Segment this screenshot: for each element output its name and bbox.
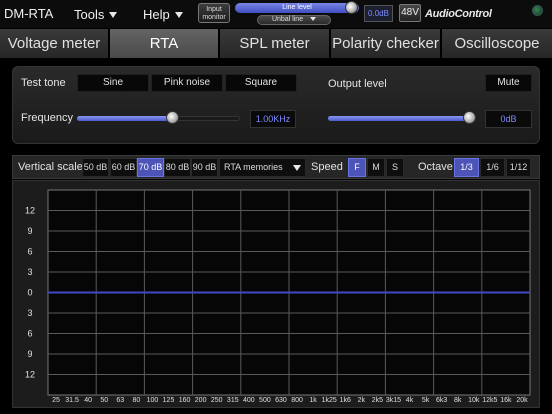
x-tick-label: 100 [147,397,159,404]
speed-label: Speed [311,161,343,173]
frequency-label: Frequency [21,112,73,124]
output-level-readout: 0dB [485,110,532,128]
chevron-down-icon [174,11,183,18]
x-tick-label: 10k [468,397,480,404]
speed-slow-button[interactable]: S [386,158,404,177]
tab-spl-meter[interactable]: SPL meter [220,29,331,58]
x-tick-label: 40 [84,397,92,404]
x-tick-label: 63 [116,397,124,404]
x-axis-labels: 25 31.5 40 50 63 80 100 125 160 200 250 315 400 500 63… [52,397,528,404]
x-tick-label: 80 [132,397,140,404]
status-led-icon [532,5,543,16]
octave-sixth-button[interactable]: 1/6 [480,158,505,177]
y-tick-label: 3 [27,267,32,277]
line-level-knob[interactable] [345,1,358,14]
scale-50db-button[interactable]: 50 dB [82,158,109,177]
x-tick-label: 2k [358,397,366,404]
y-tick-label: 3 [27,308,32,318]
x-tick-label: 1k25 [322,397,337,404]
x-tick-label: 8k [454,397,462,404]
x-tick-label: 250 [211,397,223,404]
x-tick-label: 400 [243,397,255,404]
x-tick-label: 6k3 [436,397,447,404]
rta-memories-dropdown[interactable]: RTA memories [219,158,306,177]
x-tick-label: 1k6 [340,397,351,404]
sine-button[interactable]: Sine [77,74,149,92]
tab-oscilloscope[interactable]: Oscilloscope [442,29,552,58]
y-tick-label: 9 [27,226,32,236]
input-level-readout: 0.0dB [364,5,393,22]
x-tick-label: 315 [227,397,239,404]
vertical-scale-label: Vertical scale [18,161,83,173]
x-tick-label: 800 [291,397,303,404]
scale-90db-button[interactable]: 90 dB [191,158,218,177]
top-menu-bar: DM-RTA Tools Help Input monitor Line lev… [0,0,552,28]
x-tick-label: 50 [100,397,108,404]
rta-chart: 12963036912 25 31.5 40 50 63 80 100 125 160 200 25… [25,189,531,404]
scale-80db-button[interactable]: 80 dB [164,158,191,177]
octave-label: Octave [418,161,453,173]
output-level-slider-knob[interactable] [462,111,476,124]
octave-twelfth-button[interactable]: 1/12 [506,158,531,177]
test-tone-label: Test tone [21,77,66,89]
y-tick-label: 6 [27,329,32,339]
x-tick-label: 31.5 [65,397,79,404]
app-title: DM-RTA [4,6,54,21]
y-tick-label: 12 [25,370,35,380]
input-type-label: Unbal line [271,16,304,23]
square-button[interactable]: Square [225,74,297,92]
line-level-slider[interactable]: Line level [235,3,359,13]
help-menu-label: Help [143,7,170,22]
octave-third-button[interactable]: 1/3 [454,158,479,177]
line-level-label: Line level [282,4,312,11]
scale-70db-button[interactable]: 70 dB [137,158,164,177]
input-monitor-button[interactable]: Input monitor [198,3,230,23]
x-tick-label: 200 [195,397,207,404]
scale-60db-button[interactable]: 60 dB [110,158,137,177]
speed-fast-button[interactable]: F [348,158,366,177]
tab-polarity-checker[interactable]: Polarity checker [331,29,442,58]
y-tick-label: 6 [27,247,32,257]
x-tick-label: 5k [422,397,430,404]
x-tick-label: 630 [275,397,287,404]
tab-rta[interactable]: RTA [110,29,220,58]
rta-memories-label: RTA memories [224,162,283,172]
input-monitor-label-1: Input [206,6,222,13]
y-axis-labels: 12 9 6 3 0 3 6 9 12 [25,206,35,380]
output-level-label: Output level [328,78,387,90]
chevron-down-icon [310,17,317,22]
y-tick-label: 0 [27,288,32,298]
x-tick-label: 160 [179,397,191,404]
brand-logo: AudioControl [425,8,492,20]
pink-noise-button[interactable]: Pink noise [151,74,223,92]
x-tick-label: 25 [52,397,60,404]
input-type-dropdown[interactable]: Unbal line [257,15,331,25]
frequency-slider[interactable] [77,116,240,121]
tools-menu-label: Tools [74,7,105,22]
mute-button[interactable]: Mute [485,74,532,92]
x-tick-label: 125 [163,397,175,404]
y-tick-label: 9 [27,349,32,359]
phantom-power-button[interactable]: 48V [399,4,421,22]
y-tick-label: 12 [25,206,35,216]
frequency-readout: 1.00KHz [250,110,296,128]
tab-voltage-meter[interactable]: Voltage meter [0,29,110,58]
x-tick-label: 3k15 [386,397,401,404]
frequency-slider-fill [77,116,174,121]
x-tick-label: 500 [259,397,271,404]
x-tick-label: 4k [406,397,414,404]
x-tick-label: 20k [516,397,528,404]
x-tick-label: 16k [500,397,512,404]
chevron-down-icon [293,165,301,171]
x-tick-label: 2k5 [372,397,383,404]
tools-menu[interactable]: Tools [74,6,118,24]
speed-medium-button[interactable]: M [367,158,385,177]
chevron-down-icon [109,11,118,18]
output-level-slider-fill [328,116,470,121]
x-tick-label: 12k5 [482,397,497,404]
output-level-slider[interactable] [328,116,474,121]
input-monitor-label-2: monitor [202,14,226,21]
help-menu[interactable]: Help [143,6,183,24]
x-tick-label: 1k [309,397,317,404]
